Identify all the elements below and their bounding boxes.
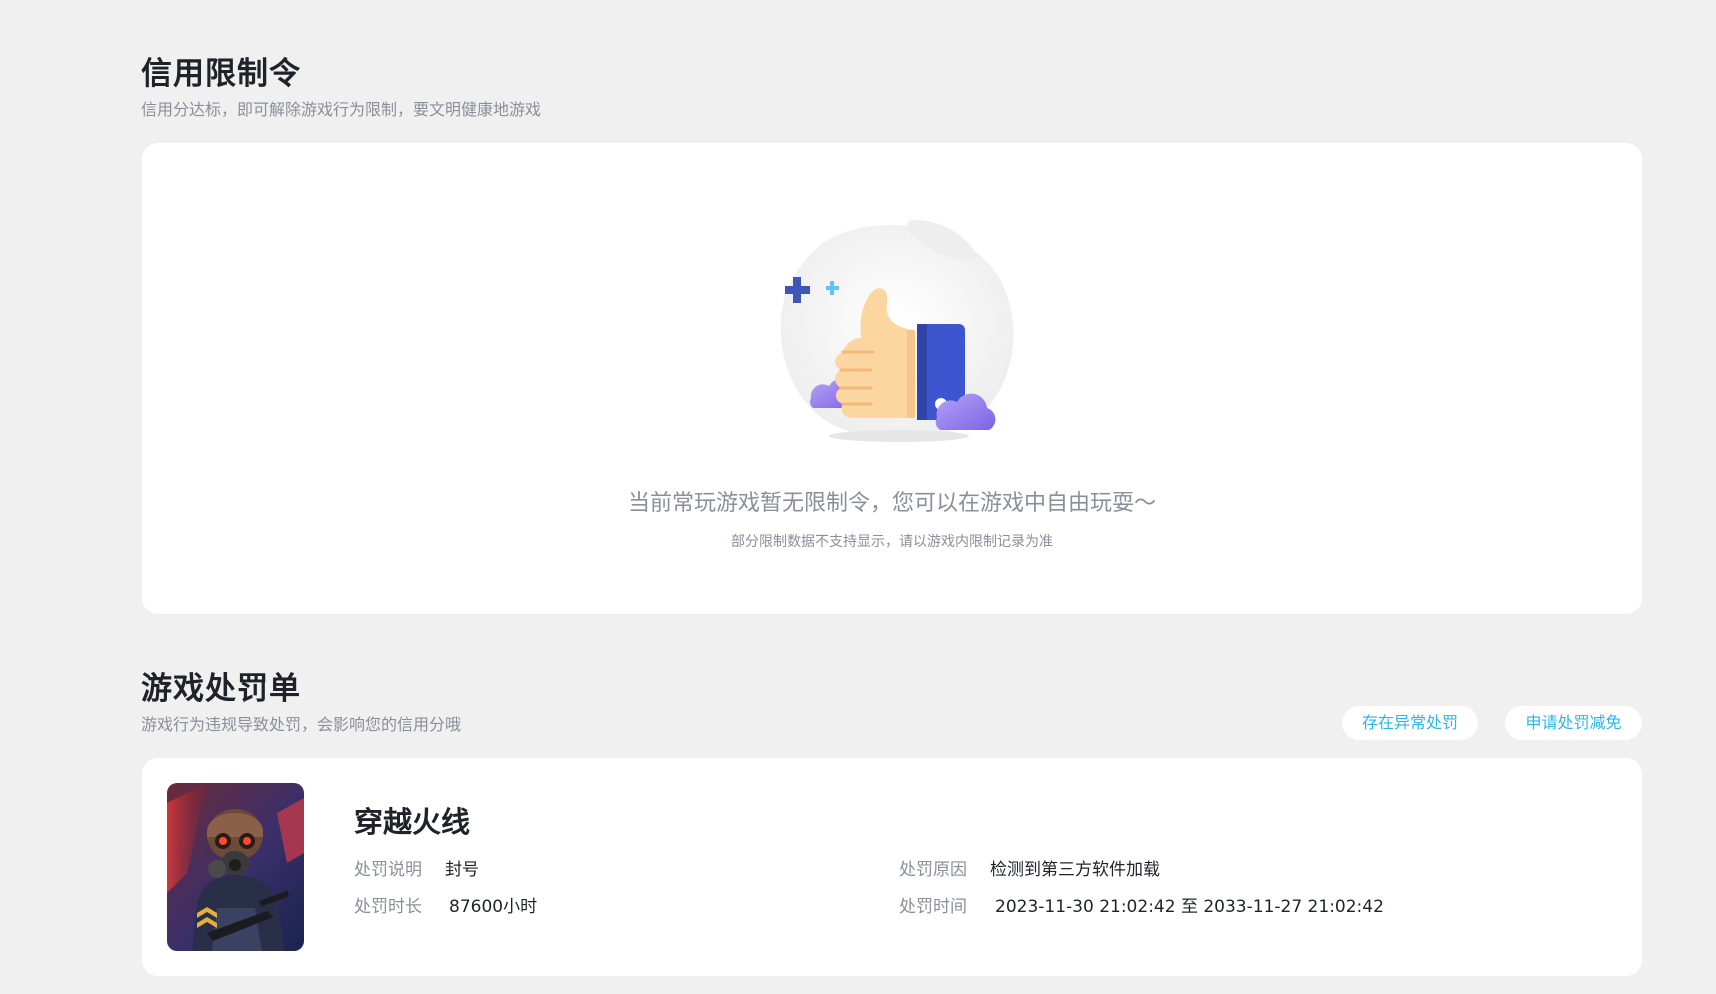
penalty-duration-label: 处罚时长 xyxy=(354,897,422,917)
penalty-reason-field: 处罚原因 检测到第三方软件加载 xyxy=(899,858,1160,882)
credit-page: 信用限制令 信用分达标，即可解除游戏行为限制，要文明健康地游戏 当前常玩游戏暂无… xyxy=(0,0,1716,994)
penalty-time-value: 2023-11-30 21:02:42 至 2033-11-27 21:02:4… xyxy=(995,897,1384,917)
penalty-desc-label: 处罚说明 xyxy=(354,860,422,880)
penalty-time-field: 处罚时间 2023-11-30 21:02:42 至 2033-11-27 21:… xyxy=(899,895,1384,919)
penalty-duration-field: 处罚时长 87600小时 xyxy=(354,895,537,919)
apply-penalty-reduction-button[interactable]: 申请处罚减免 xyxy=(1505,706,1642,740)
penalty-reason-label: 处罚原因 xyxy=(899,860,967,880)
penalty-desc-field: 处罚说明 封号 xyxy=(354,858,479,882)
penalty-section-subtitle: 游戏行为违规导致处罚，会影响您的信用分哦 xyxy=(141,715,462,734)
penalty-time-label: 处罚时间 xyxy=(899,897,967,917)
game-cover-image xyxy=(167,783,304,951)
penalty-desc-value: 封号 xyxy=(445,860,479,880)
game-name: 穿越火线 xyxy=(354,805,471,839)
credit-section-subtitle: 信用分达标，即可解除游戏行为限制，要文明健康地游戏 xyxy=(141,100,542,119)
penalty-record-card: 穿越火线 处罚说明 封号 处罚时长 87600小时 处罚原因 检测到第三方软件加载 处… xyxy=(142,758,1642,976)
credit-section-title: 信用限制令 xyxy=(141,56,301,92)
penalty-duration-value: 87600小时 xyxy=(449,897,538,917)
penalty-reason-value: 检测到第三方软件加载 xyxy=(990,860,1160,880)
thumbs-up-illustration-icon xyxy=(780,219,1014,442)
credit-restriction-card: 当前常玩游戏暂无限制令，您可以在游戏中自由玩耍～ 部分限制数据不支持显示，请以游… xyxy=(142,143,1642,614)
penalty-section-title: 游戏处罚单 xyxy=(141,671,301,707)
empty-state-message: 当前常玩游戏暂无限制令，您可以在游戏中自由玩耍～ xyxy=(627,491,1156,516)
abnormal-penalty-button[interactable]: 存在异常处罚 xyxy=(1342,706,1478,740)
empty-state-note: 部分限制数据不支持显示，请以游戏内限制记录为准 xyxy=(731,534,1053,550)
